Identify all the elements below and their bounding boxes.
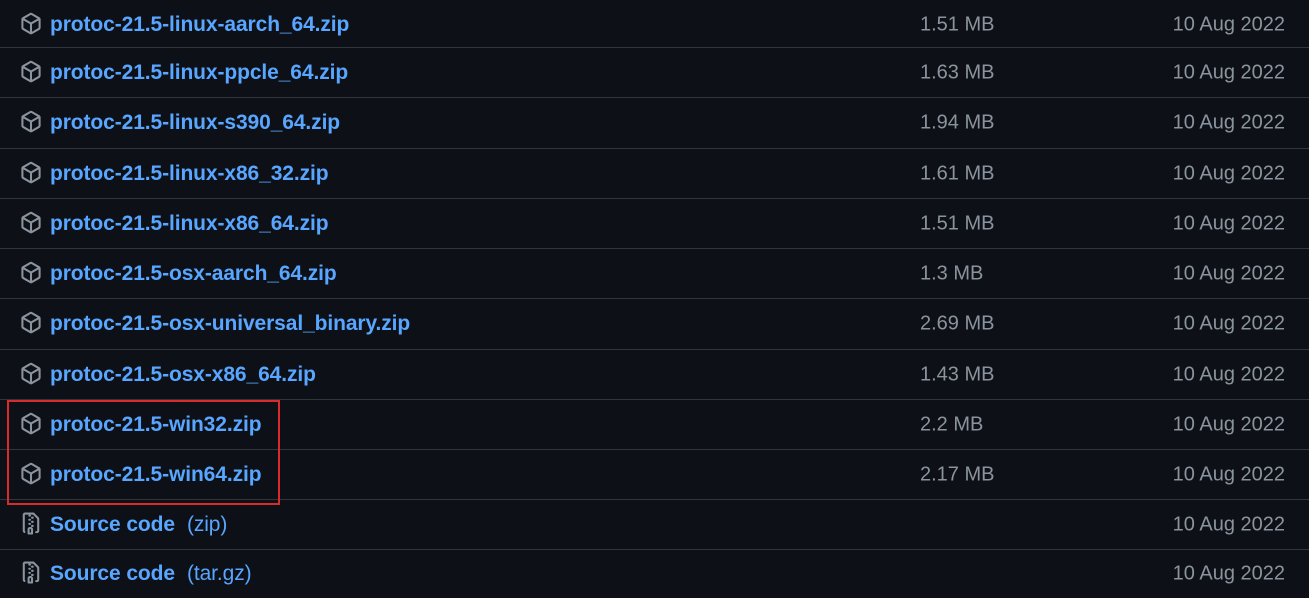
source-code-link[interactable]: Source code (tar.gz) — [50, 562, 252, 586]
asset-size: 1.61 MB — [920, 162, 995, 184]
asset-row: protoc-21.5-win64.zip 2.17 MB 10 Aug 202… — [0, 449, 1309, 499]
asset-row: protoc-21.5-linux-aarch_64.zip 1.51 MB 1… — [0, 0, 1309, 50]
asset-row: protoc-21.5-linux-ppcle_64.zip 1.63 MB 1… — [0, 47, 1309, 97]
asset-size: 1.51 MB — [920, 13, 995, 36]
asset-size: 1.43 MB — [920, 363, 995, 385]
asset-row: protoc-21.5-win32.zip 2.2 MB 10 Aug 2022 — [0, 399, 1309, 449]
source-code-label: Source code — [50, 562, 175, 585]
asset-link[interactable]: protoc-21.5-linux-aarch_64.zip — [50, 13, 349, 37]
asset-link[interactable]: protoc-21.5-linux-ppcle_64.zip — [50, 61, 348, 85]
asset-link[interactable]: protoc-21.5-osx-aarch_64.zip — [50, 262, 337, 286]
asset-date: 10 Aug 2022 — [1172, 13, 1285, 36]
asset-date: 10 Aug 2022 — [1172, 513, 1285, 535]
package-icon — [19, 310, 43, 334]
asset-size: 1.3 MB — [920, 262, 984, 284]
asset-date: 10 Aug 2022 — [1172, 312, 1285, 334]
source-code-link[interactable]: Source code (zip) — [50, 513, 227, 537]
asset-date: 10 Aug 2022 — [1172, 413, 1285, 435]
asset-row: protoc-21.5-osx-universal_binary.zip 2.6… — [0, 298, 1309, 348]
asset-size: 1.51 MB — [920, 212, 995, 234]
asset-date: 10 Aug 2022 — [1172, 262, 1285, 284]
asset-link[interactable]: protoc-21.5-linux-x86_64.zip — [50, 212, 329, 236]
asset-date: 10 Aug 2022 — [1172, 463, 1285, 485]
asset-row: protoc-21.5-linux-x86_64.zip 1.51 MB 10 … — [0, 198, 1309, 248]
package-icon — [19, 210, 43, 234]
package-icon — [19, 411, 43, 435]
asset-link[interactable]: protoc-21.5-osx-x86_64.zip — [50, 363, 316, 387]
asset-row: protoc-21.5-osx-x86_64.zip 1.43 MB 10 Au… — [0, 349, 1309, 399]
source-code-format: (zip) — [186, 512, 228, 536]
asset-date: 10 Aug 2022 — [1172, 111, 1285, 133]
package-icon — [19, 12, 43, 36]
source-code-label: Source code — [50, 512, 175, 536]
package-icon — [19, 361, 43, 385]
asset-link[interactable]: protoc-21.5-linux-s390_64.zip — [50, 111, 340, 135]
source-code-format: (tar.gz) — [186, 562, 252, 585]
asset-date: 10 Aug 2022 — [1172, 562, 1285, 585]
source-code-row: Source code (tar.gz) 10 Aug 2022 — [0, 549, 1309, 598]
asset-link[interactable]: protoc-21.5-win64.zip — [50, 463, 262, 487]
asset-row: protoc-21.5-linux-x86_32.zip 1.61 MB 10 … — [0, 148, 1309, 198]
asset-date: 10 Aug 2022 — [1172, 363, 1285, 385]
package-icon — [19, 260, 43, 284]
asset-link[interactable]: protoc-21.5-osx-universal_binary.zip — [50, 312, 410, 336]
asset-size: 2.69 MB — [920, 312, 995, 334]
file-zip-icon — [19, 511, 43, 535]
asset-size: 1.63 MB — [920, 61, 995, 83]
source-code-row: Source code (zip) 10 Aug 2022 — [0, 499, 1309, 549]
asset-size: 1.94 MB — [920, 111, 995, 133]
asset-date: 10 Aug 2022 — [1172, 212, 1285, 234]
package-icon — [19, 160, 43, 184]
package-icon — [19, 59, 43, 83]
release-assets-list: protoc-21.5-linux-aarch_64.zip 1.51 MB 1… — [0, 0, 1309, 598]
package-icon — [19, 109, 43, 133]
asset-row: protoc-21.5-osx-aarch_64.zip 1.3 MB 10 A… — [0, 248, 1309, 298]
asset-size: 2.17 MB — [920, 463, 995, 485]
file-zip-icon — [19, 561, 43, 585]
asset-link[interactable]: protoc-21.5-linux-x86_32.zip — [50, 162, 329, 186]
asset-link[interactable]: protoc-21.5-win32.zip — [50, 413, 262, 437]
asset-row: protoc-21.5-linux-s390_64.zip 1.94 MB 10… — [0, 97, 1309, 147]
asset-size: 2.2 MB — [920, 413, 984, 435]
asset-date: 10 Aug 2022 — [1172, 162, 1285, 184]
asset-date: 10 Aug 2022 — [1172, 61, 1285, 83]
package-icon — [19, 461, 43, 485]
